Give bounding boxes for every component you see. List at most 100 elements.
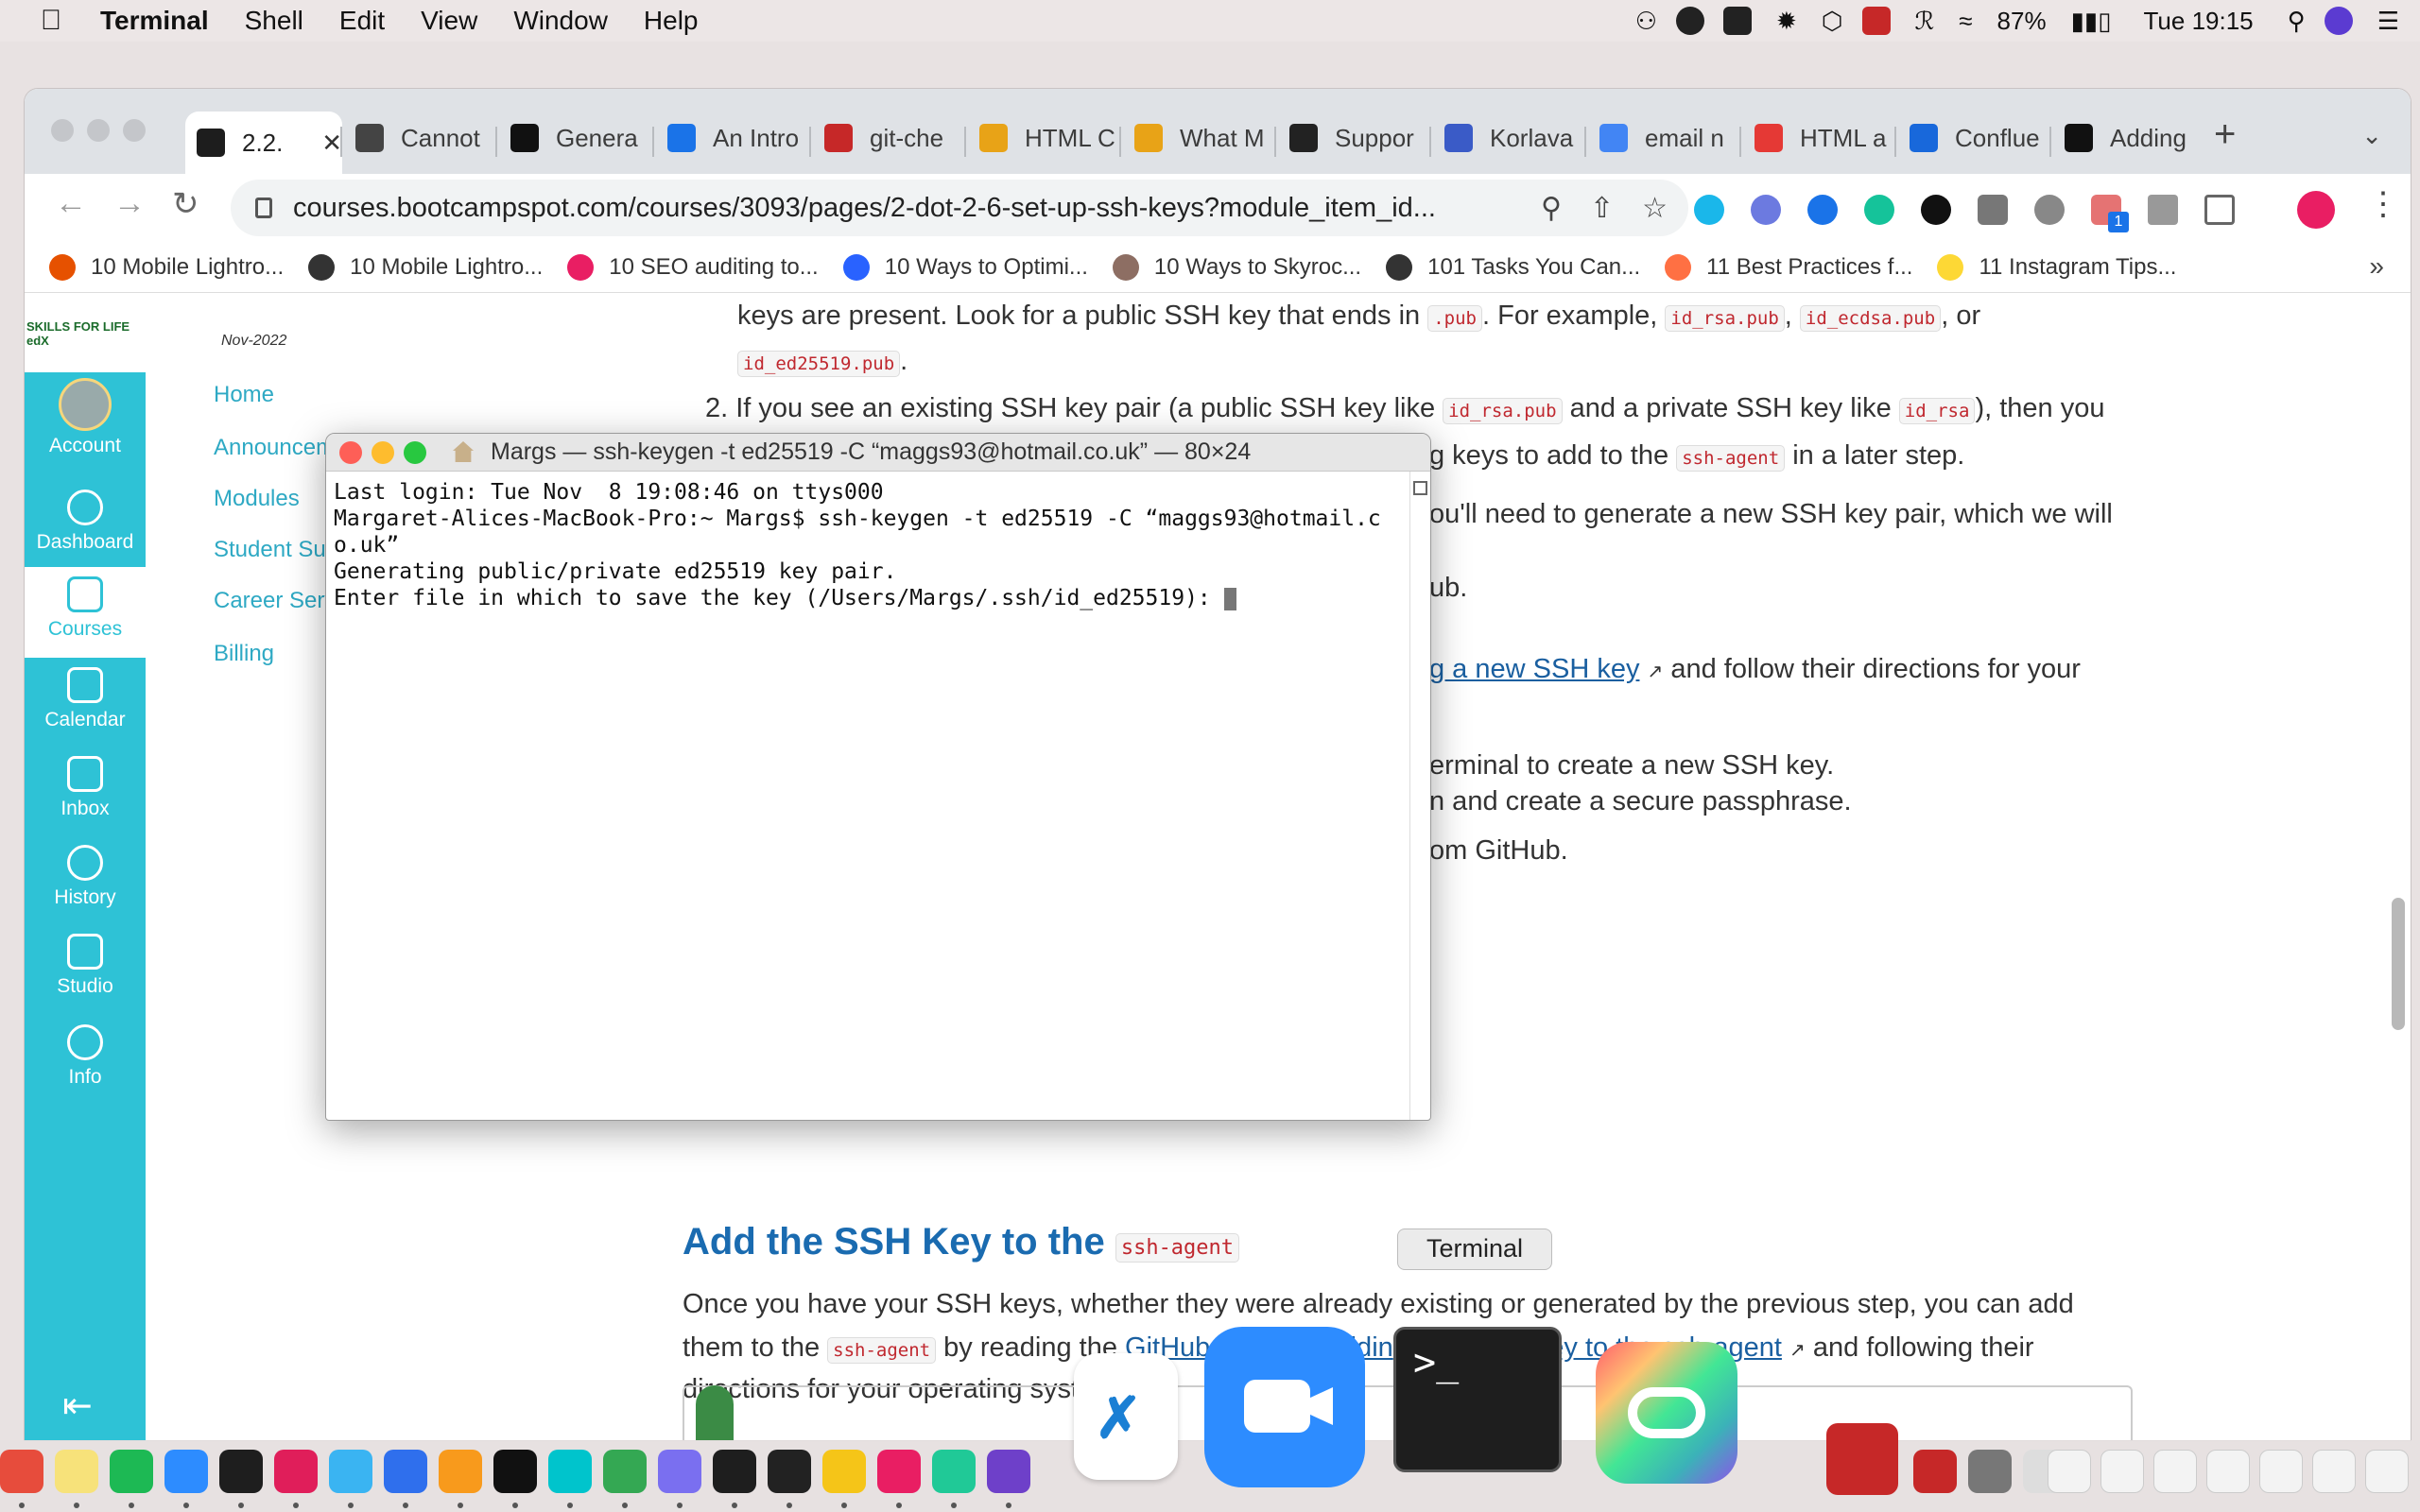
bluetooth-icon[interactable]: ℛ [1915, 7, 1935, 36]
creative-cloud-dock-icon[interactable] [1596, 1342, 1737, 1484]
dock-app-icon[interactable] [1968, 1450, 2012, 1493]
terminal-output[interactable]: Last login: Tue Nov 8 19:08:46 on ttys00… [334, 479, 1402, 611]
bookmark-item[interactable]: 101 Tasks You Can... [1386, 253, 1640, 281]
dock-minimized-window[interactable] [2312, 1450, 2356, 1493]
bookmarks-overflow-icon[interactable]: » [2369, 251, 2384, 282]
dock-app-icon[interactable] [219, 1450, 263, 1493]
app-status-icon[interactable] [1861, 7, 1891, 35]
link-generating-ssh-key[interactable]: g a new SSH key [1429, 654, 1639, 684]
browser-tab[interactable]: 2.2. ✕ [185, 112, 342, 174]
dock-app-icon[interactable] [822, 1450, 866, 1493]
browser-tab[interactable]: An Intro [656, 110, 805, 166]
menu-view[interactable]: View [421, 6, 477, 36]
vscode-dock-icon[interactable]: ✗ [1074, 1353, 1178, 1480]
address-bar[interactable]: courses.bootcampspot.com/courses/3093/pa… [231, 180, 1688, 236]
browser-close-button[interactable] [51, 119, 74, 142]
figma-status-icon[interactable]: ⚇ [1635, 7, 1657, 36]
puzzle-extensions-icon[interactable] [2148, 195, 2178, 225]
browser-tab[interactable]: What M [1123, 110, 1272, 166]
terminal-minimize-button[interactable] [372, 441, 394, 464]
menu-edit[interactable]: Edit [339, 6, 385, 36]
lock-icon[interactable] [255, 198, 272, 218]
chrome-menu-icon[interactable]: ⋮ [2367, 185, 2399, 223]
browser-tab[interactable]: Genera [499, 110, 648, 166]
terminal-scroll-marker-icon[interactable] [1413, 481, 1427, 495]
wifi-icon[interactable]: ≈ [1959, 7, 1972, 36]
zoom-status-icon[interactable] [1723, 7, 1752, 35]
new-tab-icon[interactable]: + [2214, 113, 2236, 156]
browser-tab[interactable]: Adding [2053, 110, 2203, 166]
dock-app-icon[interactable] [548, 1450, 592, 1493]
bookmark-item[interactable]: 10 Ways to Skyroc... [1112, 253, 1361, 281]
asterisk-extension-icon[interactable] [1751, 195, 1781, 225]
browser-tab[interactable]: Suppor [1278, 110, 1427, 166]
browser-zoom-button[interactable] [123, 119, 146, 142]
dock-minimized-window[interactable] [2259, 1450, 2303, 1493]
tab-close-icon[interactable]: ✕ [321, 129, 342, 158]
dock-minimized-window[interactable] [2100, 1450, 2144, 1493]
camera-extension-icon[interactable] [1978, 195, 2008, 225]
dock-app-icon[interactable] [493, 1450, 537, 1493]
dock-app-icon[interactable] [877, 1450, 921, 1493]
menu-help[interactable]: Help [644, 6, 699, 36]
zoom-icon[interactable]: ⚲ [1541, 192, 1562, 225]
menu-shell[interactable]: Shell [245, 6, 303, 36]
vimeo-extension-icon[interactable] [1694, 195, 1724, 225]
browser-tab[interactable]: git-che [813, 110, 962, 166]
bookmark-item[interactable]: 11 Instagram Tips... [1937, 253, 2176, 281]
forward-icon[interactable]: → [113, 185, 146, 222]
spotlight-search-icon[interactable]: ⚲ [2288, 7, 2306, 36]
bookmark-star-icon[interactable]: ☆ [1642, 192, 1668, 225]
profile-avatar-icon[interactable] [2297, 191, 2335, 229]
terminal-window[interactable]: Margs — ssh-keygen -t ed25519 -C “maggs9… [325, 433, 1431, 1121]
dock-app-icon[interactable] [658, 1450, 701, 1493]
terminal-zoom-button[interactable] [404, 441, 426, 464]
dock-app-icon[interactable] [0, 1450, 43, 1493]
menubar-clock[interactable]: Tue 19:15 [2144, 7, 2254, 36]
dock-app-icon[interactable] [713, 1450, 756, 1493]
gear-extension-icon[interactable] [2034, 195, 2065, 225]
zoom-dock-icon[interactable] [1204, 1327, 1365, 1487]
dock-app-icon[interactable] [1913, 1450, 1957, 1493]
battery-icon[interactable]: ▮▮▯ [2071, 7, 2112, 36]
terminal-titlebar[interactable]: Margs — ssh-keygen -t ed25519 -C “maggs9… [326, 434, 1430, 472]
menu-app-terminal[interactable]: Terminal [100, 6, 209, 36]
terminal-close-button[interactable] [339, 441, 362, 464]
menu-window[interactable]: Window [513, 6, 608, 36]
browser-tab[interactable]: email n [1588, 110, 1737, 166]
dock-app-icon[interactable] [768, 1450, 811, 1493]
browser-tab[interactable]: Conflue [1898, 110, 2048, 166]
reload-icon[interactable]: ↻ [172, 185, 199, 223]
back-icon[interactable]: ← [55, 185, 87, 222]
siri-icon[interactable] [2324, 7, 2353, 35]
terminal-scrollbar[interactable] [1409, 472, 1430, 1120]
dock-app-icon[interactable] [384, 1450, 427, 1493]
dock-app-icon[interactable] [329, 1450, 372, 1493]
browser-tab[interactable]: Korlava [1433, 110, 1582, 166]
c-extension-icon[interactable] [1807, 195, 1838, 225]
dock-app-icon[interactable] [274, 1450, 318, 1493]
url-text[interactable]: courses.bootcampspot.com/courses/3093/pa… [293, 193, 1512, 224]
page-scrollbar[interactable] [2392, 898, 2405, 1030]
terminal-dock-icon[interactable]: >_ [1393, 1327, 1562, 1472]
box-status-icon[interactable]: ⬡ [1822, 7, 1843, 36]
dock-app-icon[interactable] [987, 1450, 1030, 1493]
control-center-icon[interactable]: ☰ [2377, 7, 2399, 36]
browser-tab[interactable]: HTML a [1743, 110, 1893, 166]
apple-menu-icon[interactable]:  [25, 5, 78, 37]
acrobat-dock-icon[interactable] [1826, 1423, 1898, 1495]
dock-app-icon[interactable] [164, 1450, 208, 1493]
grammarly-extension-icon[interactable] [1864, 195, 1894, 225]
browser-tab[interactable]: Cannot [344, 110, 493, 166]
dock-minimized-window[interactable] [2048, 1450, 2091, 1493]
gear-status-icon[interactable]: ✹ [1776, 7, 1797, 36]
browser-minimize-button[interactable] [87, 119, 110, 142]
dock-minimized-window[interactable] [2206, 1450, 2250, 1493]
bookmark-item[interactable]: 10 SEO auditing to... [567, 253, 819, 281]
dock-minimized-window[interactable] [2365, 1450, 2409, 1493]
bookmark-item[interactable]: 11 Best Practices f... [1665, 253, 1912, 281]
tab-search-chevron-icon[interactable]: ⌄ [2361, 121, 2382, 150]
side-panel-icon[interactable] [2204, 195, 2235, 225]
w-extension-icon[interactable] [1921, 195, 1951, 225]
dock-minimized-window[interactable] [2153, 1450, 2197, 1493]
